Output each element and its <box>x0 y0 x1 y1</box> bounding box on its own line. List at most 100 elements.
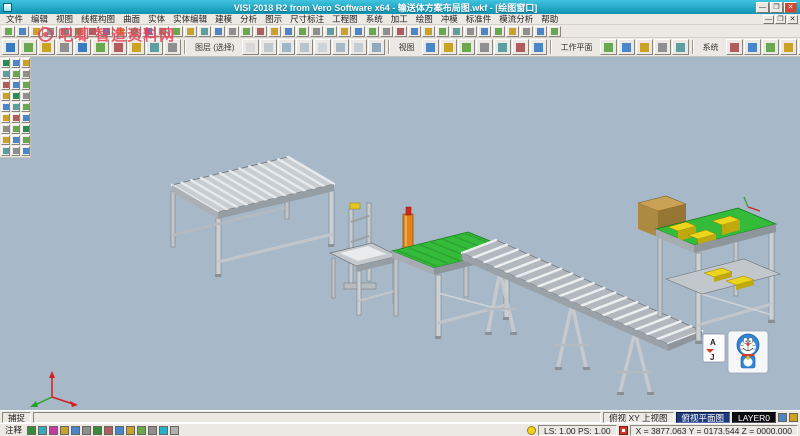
tool-icon[interactable] <box>21 135 30 145</box>
tool-icon[interactable] <box>296 26 309 37</box>
tool-icon[interactable] <box>789 413 798 422</box>
tool-icon[interactable] <box>1 80 10 90</box>
tool-icon[interactable] <box>314 39 331 55</box>
tool-icon[interactable] <box>72 26 85 37</box>
origin-icon[interactable] <box>619 426 628 435</box>
tool-icon[interactable] <box>21 80 30 90</box>
tool-icon[interactable] <box>1 102 10 112</box>
menu-item[interactable]: 加工 <box>387 13 412 25</box>
tool-icon[interactable] <box>38 39 55 55</box>
tool-icon[interactable] <box>380 26 393 37</box>
snap-button[interactable]: 捕捉 <box>2 412 31 423</box>
tool-icon[interactable] <box>548 26 561 37</box>
tool-icon[interactable] <box>58 26 71 37</box>
tool-icon[interactable] <box>164 39 181 55</box>
tool-icon[interactable] <box>744 39 761 55</box>
tool-icon[interactable] <box>2 26 15 37</box>
tool-icon[interactable] <box>1 58 10 68</box>
tool-icon[interactable] <box>128 39 145 55</box>
tool-icon[interactable] <box>494 39 511 55</box>
tool-icon[interactable] <box>268 26 281 37</box>
tool-icon[interactable] <box>226 26 239 37</box>
mdi-minimize-button[interactable]: — <box>763 15 774 24</box>
tool-icon[interactable] <box>21 58 30 68</box>
tool-icon[interactable] <box>11 113 20 123</box>
tool-icon[interactable] <box>450 26 463 37</box>
menu-item[interactable]: 线框构图 <box>77 13 119 25</box>
menu-item[interactable]: 曲面 <box>119 13 144 25</box>
tool-icon[interactable] <box>11 80 20 90</box>
tool-icon[interactable] <box>310 26 323 37</box>
annotation-toggle[interactable]: 注释 <box>2 424 25 436</box>
menu-item[interactable]: 实体编辑 <box>169 13 211 25</box>
tool-icon[interactable] <box>520 26 533 37</box>
tool-icon[interactable] <box>254 26 267 37</box>
tool-icon[interactable] <box>394 26 407 37</box>
tool-icon[interactable] <box>82 426 91 435</box>
tool-icon[interactable] <box>282 26 295 37</box>
layer-field[interactable]: LAYER0 <box>732 412 776 423</box>
tool-icon[interactable] <box>260 39 277 55</box>
tool-icon[interactable] <box>11 124 20 134</box>
tool-icon[interactable] <box>11 69 20 79</box>
menu-item[interactable]: 尺寸标注 <box>286 13 328 25</box>
menu-item[interactable]: 建模 <box>211 13 236 25</box>
tool-icon[interactable] <box>240 26 253 37</box>
tool-icon[interactable] <box>478 26 491 37</box>
mdi-restore-button[interactable]: ❐ <box>775 15 786 24</box>
menu-item[interactable]: 模流分析 <box>495 13 537 25</box>
tool-icon[interactable] <box>476 39 493 55</box>
minimize-button[interactable]: — <box>756 2 769 13</box>
view-axes-field[interactable]: 俯视 XY 上视图 <box>603 412 673 423</box>
tool-icon[interactable] <box>30 26 43 37</box>
tool-icon[interactable] <box>104 426 113 435</box>
menu-item[interactable]: 文件 <box>2 13 27 25</box>
viewport[interactable]: A J <box>0 57 800 410</box>
tool-icon[interactable] <box>1 69 10 79</box>
tool-icon[interactable] <box>170 426 179 435</box>
tool-icon[interactable] <box>110 39 127 55</box>
menu-item[interactable]: 视图 <box>52 13 77 25</box>
tool-icon[interactable] <box>1 146 10 156</box>
tool-icon[interactable] <box>156 26 169 37</box>
tool-icon[interactable] <box>60 426 69 435</box>
tool-icon[interactable] <box>11 135 20 145</box>
tool-icon[interactable] <box>440 39 457 55</box>
tool-icon[interactable] <box>1 124 10 134</box>
tool-icon[interactable] <box>458 39 475 55</box>
tool-icon[interactable] <box>148 426 157 435</box>
menu-item[interactable]: 冲模 <box>437 13 462 25</box>
tool-icon[interactable] <box>464 26 477 37</box>
tool-icon[interactable] <box>21 91 30 101</box>
tool-icon[interactable] <box>86 26 99 37</box>
cad-canvas[interactable]: A J <box>0 57 800 410</box>
tool-icon[interactable] <box>142 26 155 37</box>
tool-icon[interactable] <box>366 26 379 37</box>
tool-icon[interactable] <box>159 426 168 435</box>
tool-icon[interactable] <box>242 39 259 55</box>
tool-icon[interactable] <box>778 413 787 422</box>
tool-icon[interactable] <box>198 26 211 37</box>
tool-icon[interactable] <box>350 39 367 55</box>
tool-icon[interactable] <box>436 26 449 37</box>
tool-icon[interactable] <box>137 426 146 435</box>
menu-item[interactable]: 实体 <box>144 13 169 25</box>
tool-icon[interactable] <box>21 124 30 134</box>
tool-icon[interactable] <box>368 39 385 55</box>
tool-icon[interactable] <box>1 135 10 145</box>
menu-item[interactable]: 编辑 <box>27 13 52 25</box>
tool-icon[interactable] <box>636 39 653 55</box>
tool-icon[interactable] <box>408 26 421 37</box>
tool-icon[interactable] <box>20 39 37 55</box>
tool-icon[interactable] <box>296 39 313 55</box>
lamp-icon[interactable] <box>527 426 536 435</box>
tool-icon[interactable] <box>38 426 47 435</box>
tool-icon[interactable] <box>21 102 30 112</box>
tool-icon[interactable] <box>128 26 141 37</box>
maximize-button[interactable]: ❐ <box>770 2 783 13</box>
tool-icon[interactable] <box>512 39 529 55</box>
menu-item[interactable]: 帮助 <box>537 13 562 25</box>
tool-icon[interactable] <box>780 39 797 55</box>
tool-icon[interactable] <box>422 26 435 37</box>
tool-icon[interactable] <box>100 26 113 37</box>
